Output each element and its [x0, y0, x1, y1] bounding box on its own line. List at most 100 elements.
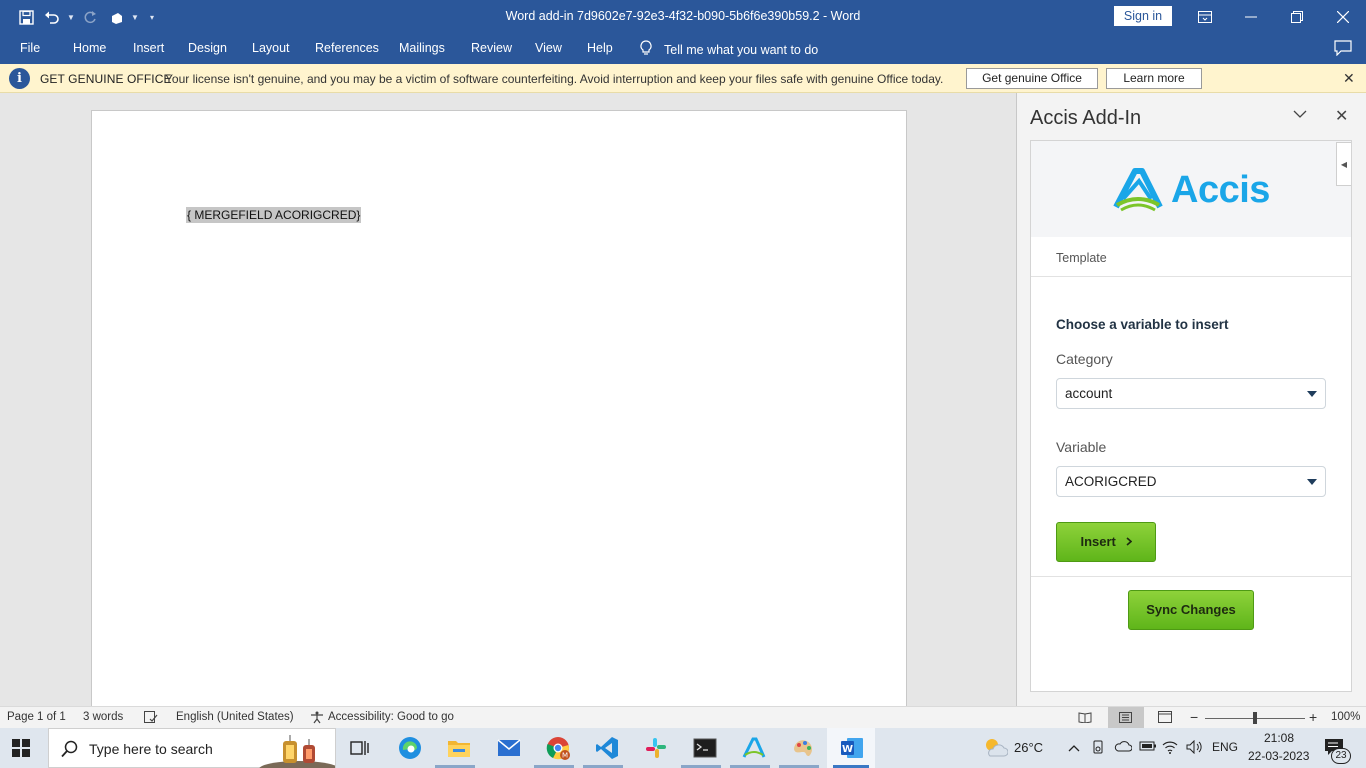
document-page[interactable]: { MERGEFIELD ACORIGCRED}	[91, 110, 907, 710]
tab-layout[interactable]: Layout	[252, 41, 290, 55]
merge-field-code[interactable]: { MERGEFIELD ACORIGCRED}	[186, 207, 362, 223]
zoom-level[interactable]: 100%	[1331, 711, 1360, 723]
tell-me-search[interactable]: Tell me what you want to do	[640, 40, 818, 59]
accis-logo-icon	[1113, 168, 1163, 212]
document-canvas[interactable]: { MERGEFIELD ACORIGCRED}	[0, 93, 1017, 710]
vscode-icon[interactable]	[594, 736, 620, 760]
tab-mailings[interactable]: Mailings	[399, 41, 445, 55]
customize-qat-icon[interactable]: ▾	[142, 6, 162, 28]
accessibility-status[interactable]: Accessibility: Good to go	[328, 711, 454, 723]
input-language[interactable]: ENG	[1212, 740, 1238, 754]
meet-now-icon[interactable]	[1092, 740, 1106, 759]
language-status[interactable]: English (United States)	[176, 711, 294, 723]
insert-button[interactable]: Insert	[1056, 522, 1156, 562]
minimize-icon[interactable]	[1228, 0, 1274, 33]
close-pane-icon[interactable]: ✕	[1335, 106, 1348, 126]
paint-icon[interactable]	[790, 736, 816, 760]
message-text: Your license isn't genuine, and you may …	[165, 72, 944, 86]
mail-icon[interactable]	[496, 736, 522, 760]
redo-icon[interactable]	[78, 6, 102, 28]
chevron-down-icon[interactable]	[1293, 107, 1307, 121]
tab-help[interactable]: Help	[587, 41, 613, 55]
variable-label: Variable	[1056, 439, 1107, 455]
task-view-icon[interactable]	[347, 736, 373, 760]
caret-down-icon	[1307, 479, 1317, 485]
print-layout-button[interactable]	[1108, 707, 1144, 728]
search-icon	[61, 740, 79, 761]
undo-dropdown-icon[interactable]: ▼	[66, 6, 76, 28]
restore-icon[interactable]	[1274, 0, 1320, 33]
ribbon-tabs: File Home Insert Design Layout Reference…	[0, 33, 1366, 64]
taskbar-search[interactable]: Type here to search	[48, 728, 339, 768]
word-taskbar-button[interactable]: W	[827, 728, 875, 768]
proofing-icon[interactable]	[144, 711, 158, 726]
chevron-right-icon	[1125, 523, 1132, 561]
accessibility-icon[interactable]	[310, 711, 324, 727]
page-count[interactable]: Page 1 of 1	[7, 711, 66, 723]
close-message-icon[interactable]: ✕	[1343, 70, 1355, 87]
variable-select[interactable]: ACORIGCRED	[1056, 466, 1326, 497]
tab-references[interactable]: References	[315, 41, 379, 55]
read-mode-icon[interactable]	[1078, 711, 1092, 726]
word-count[interactable]: 3 words	[83, 711, 123, 723]
get-genuine-office-button[interactable]: Get genuine Office	[966, 68, 1098, 89]
sign-in-button[interactable]: Sign in	[1114, 6, 1172, 26]
quick-access-toolbar: ▼ ▼ ▾	[14, 6, 162, 28]
notification-badge: 23	[1331, 748, 1351, 764]
web-layout-icon[interactable]	[1158, 711, 1172, 726]
touch-mode-icon[interactable]	[104, 6, 128, 28]
tab-review[interactable]: Review	[471, 41, 512, 55]
touch-dropdown-icon[interactable]: ▼	[130, 6, 140, 28]
divider	[1031, 576, 1351, 577]
clock-time[interactable]: 21:08	[1264, 731, 1294, 745]
sync-changes-button[interactable]: Sync Changes	[1128, 590, 1254, 630]
license-message-bar: i GET GENUINE OFFICE Your license isn't …	[0, 64, 1366, 93]
edge-browser-icon[interactable]	[397, 736, 423, 760]
save-icon[interactable]	[14, 6, 38, 28]
chevron-up-icon[interactable]	[1068, 741, 1080, 755]
taskbar: Type here to search M W 26°C ENG 21:08 2…	[0, 728, 1366, 768]
temperature[interactable]: 26°C	[1014, 740, 1043, 755]
clock-date[interactable]: 22-03-2023	[1248, 749, 1309, 763]
lightbulb-icon	[640, 40, 652, 59]
message-title: GET GENUINE OFFICE	[40, 72, 172, 86]
learn-more-button[interactable]: Learn more	[1106, 68, 1202, 89]
svg-text:W: W	[842, 744, 853, 755]
svg-text:M: M	[562, 752, 568, 760]
accis-logo: Accis	[1113, 167, 1270, 213]
search-placeholder: Type here to search	[89, 741, 213, 757]
lantern-decoration-icon	[259, 731, 339, 768]
ribbon-display-options-icon[interactable]	[1182, 0, 1228, 33]
tab-design[interactable]: Design	[188, 41, 227, 55]
category-label: Category	[1056, 351, 1113, 367]
network-icon[interactable]	[1162, 740, 1178, 757]
logo-text: Accis	[1171, 168, 1270, 211]
category-value: account	[1065, 386, 1113, 401]
caret-down-icon	[1307, 391, 1317, 397]
undo-icon[interactable]	[40, 6, 64, 28]
chrome-icon[interactable]: M	[545, 736, 571, 760]
terminal-icon[interactable]	[692, 736, 718, 760]
caret-left-icon[interactable]: ◀	[1336, 142, 1351, 186]
windows-start-icon[interactable]	[12, 739, 30, 760]
weather-icon[interactable]	[982, 736, 1009, 761]
tab-home[interactable]: Home	[73, 41, 106, 55]
zoom-out-button[interactable]: −	[1190, 709, 1198, 725]
comments-icon[interactable]	[1334, 40, 1352, 59]
onedrive-icon[interactable]	[1114, 740, 1133, 755]
tab-view[interactable]: View	[535, 41, 562, 55]
accis-app-icon[interactable]	[741, 736, 767, 760]
zoom-slider-thumb[interactable]	[1253, 712, 1257, 724]
file-explorer-icon[interactable]	[446, 736, 472, 760]
close-window-icon[interactable]	[1320, 0, 1366, 33]
slack-icon[interactable]	[643, 736, 669, 760]
insert-label: Insert	[1080, 534, 1116, 549]
category-select[interactable]: account	[1056, 378, 1326, 409]
divider	[1031, 276, 1351, 277]
volume-icon[interactable]	[1186, 739, 1204, 757]
add-in-frame: Accis ◀ Template Choose a variable to in…	[1030, 140, 1352, 692]
tab-insert[interactable]: Insert	[133, 41, 164, 55]
battery-icon[interactable]	[1139, 740, 1157, 755]
tab-file[interactable]: File	[20, 41, 40, 55]
zoom-in-button[interactable]: +	[1309, 709, 1317, 725]
